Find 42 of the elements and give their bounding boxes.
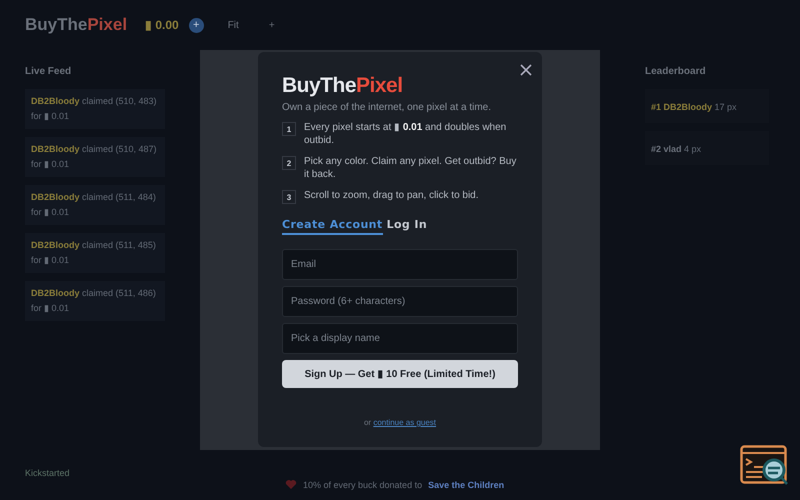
feed-price: for ▮ 0.01 — [31, 110, 70, 123]
balance: ▮ 0.00 — [145, 18, 179, 32]
fit-button[interactable]: Fit — [222, 18, 245, 32]
feed-text: DB2Bloody claimed (511, 484) — [31, 191, 157, 204]
leaderboard-title: Leaderboard — [645, 66, 707, 77]
step-text: Every pixel starts at ▮ 0.01 and doubles when outbid. — [304, 121, 508, 147]
feed-text: DB2Bloody claimed (510, 483) — [31, 95, 158, 108]
auth-tab[interactable]: Create Account — [282, 218, 383, 235]
guest-link[interactable]: continue as guest — [373, 418, 436, 427]
donation-text: 10% of every buck donated to — [303, 480, 422, 490]
feed-text: DB2Bloody claimed (511, 485) — [31, 239, 157, 252]
auth-tab[interactable]: Log In — [386, 218, 428, 235]
feed-price: for ▮ 0.01 — [31, 254, 70, 267]
feed-text: DB2Bloody claimed (511, 486) — [31, 287, 157, 300]
feed-title: Live Feed — [25, 66, 72, 77]
sign-up-button[interactable]: Sign Up — Get ▮ 10 Free (Limited Time!) — [282, 360, 518, 388]
modal-logo: BuyThePixel — [282, 74, 404, 98]
status-text: Kickstarted — [25, 468, 71, 478]
console-search-icon[interactable] — [740, 445, 790, 487]
step-text: Pick any color. Claim any pixel. Get outbid? Buy it back. — [304, 155, 518, 181]
step-number: 2 — [282, 156, 296, 170]
zoom-in-button[interactable]: + — [262, 18, 281, 32]
logo: BuyThePixel — [25, 15, 128, 35]
input-field[interactable]: Password (6+ characters) — [282, 286, 518, 317]
input-field[interactable]: Pick a display name — [282, 323, 518, 354]
tagline: Own a piece of the internet, one pixel at a time. — [282, 102, 492, 113]
feed-price: for ▮ 0.01 — [31, 302, 70, 315]
or-text: or — [364, 418, 372, 427]
leader-text: #2 vlad 4 px — [651, 144, 702, 154]
leader-text: #1 DB2Bloody 17 px — [651, 102, 737, 112]
heart-icon — [285, 479, 297, 490]
step-number: 1 — [282, 122, 296, 136]
close-icon[interactable] — [518, 62, 534, 78]
feed-price: for ▮ 0.01 — [31, 158, 70, 171]
input-field[interactable]: Email — [282, 249, 518, 280]
pixel-canvas[interactable] — [200, 50, 600, 450]
step-number: 3 — [282, 190, 296, 204]
charity-link[interactable]: Save the Children — [428, 480, 504, 490]
feed-text: DB2Bloody claimed (510, 487) — [31, 143, 158, 156]
step-text: Scroll to zoom, drag to pan, click to bid. — [304, 189, 479, 202]
feed-price: for ▮ 0.01 — [31, 206, 70, 219]
add-funds-button[interactable]: + — [188, 18, 204, 32]
